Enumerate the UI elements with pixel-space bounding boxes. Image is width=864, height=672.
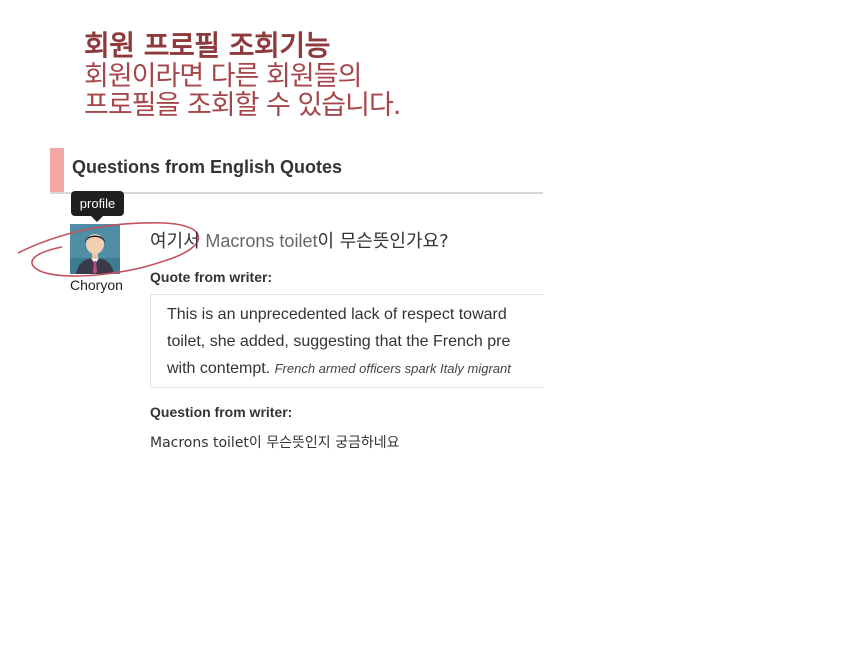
- section-title: Questions from English Quotes: [72, 157, 343, 177]
- question-prefix: 여기서: [150, 231, 206, 252]
- quote-line-3-text: with contempt.: [167, 360, 275, 377]
- writer-question-label: Question from writer:: [150, 404, 293, 420]
- question-suffix: 이 무슨뜻인가요?: [317, 231, 449, 252]
- profile-tooltip: profile: [71, 191, 124, 216]
- quote-line-3: with contempt. French armed officers spa…: [167, 355, 544, 382]
- tooltip-arrow: [91, 216, 103, 222]
- feature-subtitle-line-1: 회원이라면 다른 회원들의: [84, 61, 362, 92]
- feature-subtitle-line-2: 프로필을 조회할 수 있습니다.: [84, 90, 401, 121]
- quote-box: This is an unprecedented lack of respect…: [150, 294, 544, 388]
- section-header: Questions from English Quotes: [50, 148, 543, 194]
- quote-line-2: toilet, she added, suggesting that the F…: [167, 333, 511, 350]
- username[interactable]: Choryon: [70, 277, 123, 293]
- quote-text: This is an unprecedented lack of respect…: [167, 301, 544, 382]
- feature-headline: 회원 프로필 조회기능 회원이라면 다른 회원들의 프로필을 조회할 수 있습니…: [84, 29, 401, 121]
- quote-source-link[interactable]: French armed officers spark Italy migran…: [275, 361, 511, 376]
- question-highlight: Macrons toilet: [205, 231, 318, 251]
- quote-line-1: This is an unprecedented lack of respect…: [167, 306, 507, 323]
- user-avatar[interactable]: [70, 224, 120, 274]
- question-title: 여기서 Macrons toilet이 무슨뜻인가요?: [150, 227, 449, 253]
- section-accent-bar: [50, 148, 64, 192]
- feature-title: 회원 프로필 조회기능: [84, 29, 330, 62]
- writer-question-text: Macrons toilet이 무슨뜻인지 궁금하네요: [150, 435, 400, 451]
- quote-label: Quote from writer:: [150, 269, 273, 285]
